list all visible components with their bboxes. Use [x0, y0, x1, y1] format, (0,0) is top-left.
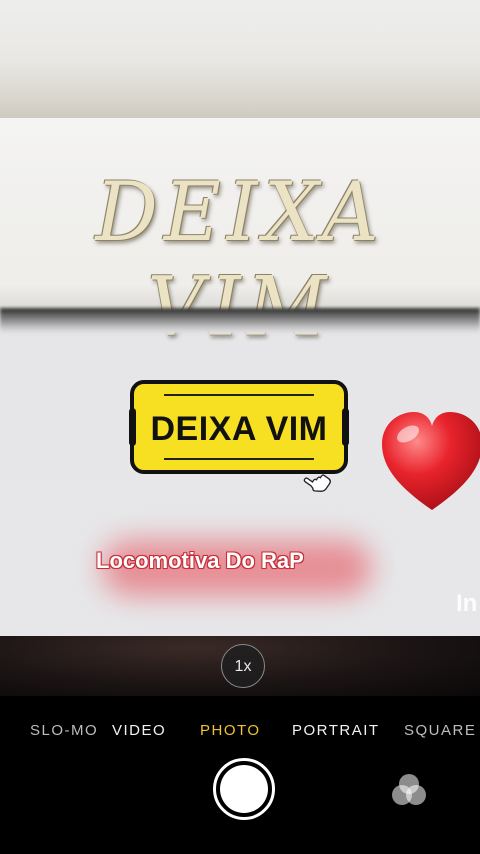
- heart-icon: [382, 412, 480, 510]
- camera-viewfinder[interactable]: DEIXA VIM DEIXA VIM Locomotiva Do RaP In: [0, 0, 480, 636]
- artist-label: Locomotiva Do RaP: [96, 548, 304, 573]
- mode-portrait[interactable]: PORTRAIT: [292, 722, 380, 739]
- badge-title: DEIXA VIM: [150, 410, 328, 448]
- mode-video[interactable]: VIDEO: [112, 722, 166, 739]
- badge-bottom-line: [164, 458, 314, 460]
- mode-photo[interactable]: PHOTO: [200, 722, 261, 739]
- shutter-button[interactable]: [213, 758, 275, 820]
- hand-pointer-icon: [303, 474, 331, 492]
- filters-icon[interactable]: [388, 770, 430, 810]
- mode-square[interactable]: SQUARE: [404, 722, 476, 739]
- background-blur: [0, 0, 480, 118]
- zoom-button[interactable]: 1x: [221, 644, 265, 688]
- badge-top-line: [164, 394, 314, 396]
- yellow-title-badge: DEIXA VIM: [129, 380, 349, 474]
- edge-text: In: [456, 590, 478, 617]
- title-band-shadow: [0, 308, 480, 334]
- shutter-icon: [220, 765, 268, 813]
- mode-slo-mo[interactable]: SLO-MO: [30, 722, 98, 739]
- camera-mode-selector[interactable]: SLO-MO VIDEO PHOTO PORTRAIT SQUARE: [0, 722, 480, 742]
